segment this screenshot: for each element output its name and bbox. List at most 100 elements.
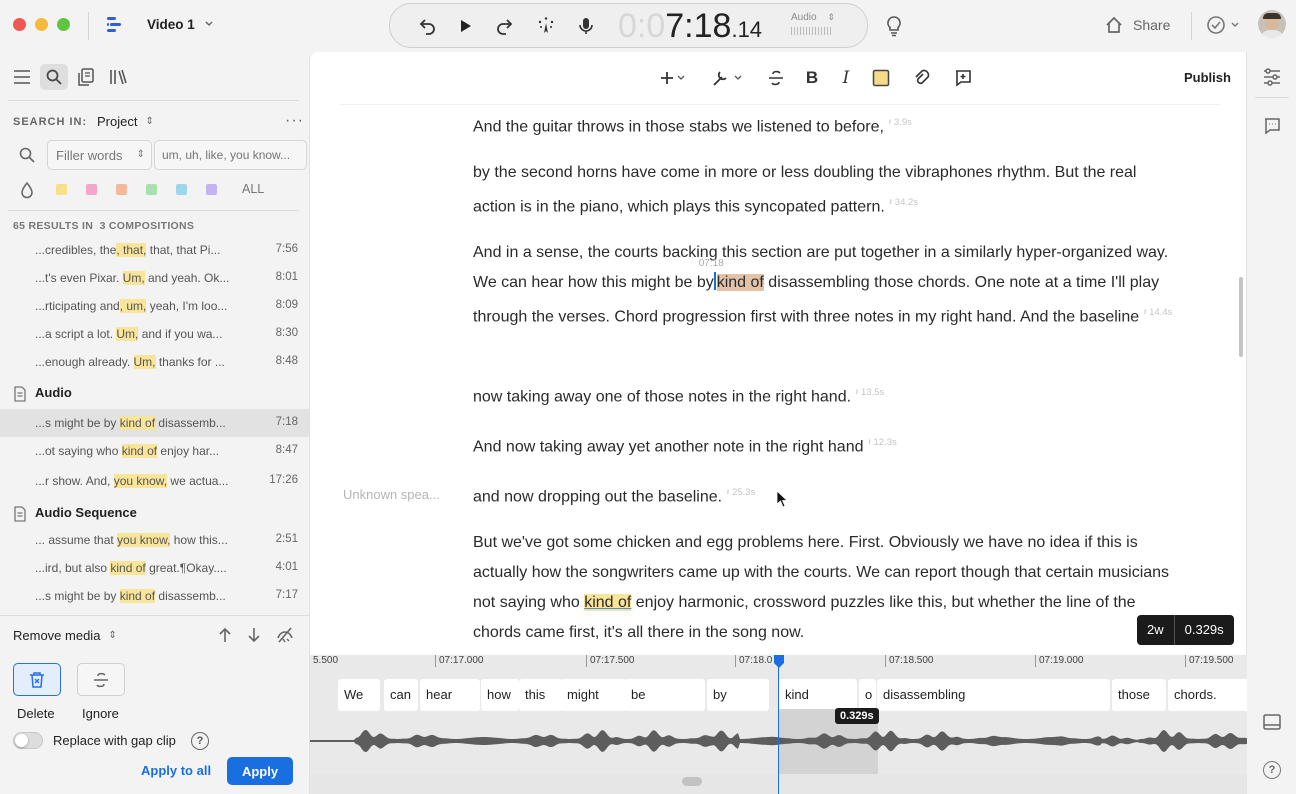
chevron-down-icon[interactable]	[204, 18, 214, 30]
lightbulb-icon[interactable]	[883, 14, 905, 38]
pink-swatch[interactable]	[86, 184, 97, 195]
gap-clip-toggle[interactable]	[13, 732, 43, 749]
publish-button[interactable]: Publish	[1184, 70, 1231, 85]
search-result-item[interactable]: ...s might be by kind of disassemb... 7:1…	[0, 409, 309, 437]
delete-button[interactable]	[13, 663, 61, 696]
yellow-swatch[interactable]	[56, 184, 67, 195]
timeline-word[interactable]: hear	[420, 679, 480, 711]
avatar[interactable]	[1258, 10, 1286, 38]
search-result-item[interactable]: ...r show. And, you know, we actua... 17:…	[0, 467, 309, 495]
apply-to-all-button[interactable]: Apply to all	[141, 763, 211, 778]
documents-icon[interactable]	[75, 66, 97, 88]
selected-filler-word[interactable]: 07:18 kind of	[699, 258, 764, 291]
search-input[interactable]	[154, 140, 307, 170]
close-window-button[interactable]	[13, 18, 26, 31]
timeline-word[interactable]: might	[561, 679, 627, 711]
zoom-window-button[interactable]	[57, 18, 70, 31]
comments-icon[interactable]	[1262, 116, 1282, 136]
search-result-item[interactable]: ...ot saying who kind of enjoy har... 8:4…	[0, 437, 309, 465]
timeline-word[interactable]: can	[384, 679, 418, 711]
link-icon[interactable]	[911, 66, 933, 90]
blue-swatch[interactable]	[176, 184, 187, 195]
timeline-word[interactable]: those	[1112, 679, 1166, 711]
help-icon[interactable]: ?	[191, 732, 209, 750]
timeline-word[interactable]: this	[519, 679, 563, 711]
search-result-item[interactable]: ...ird, but also kind of great.¶Okay....…	[0, 554, 309, 582]
search-icon[interactable]	[40, 64, 68, 90]
search-result-item[interactable]: ...t's even Pixar. Um, and yeah. Ok... 8:…	[0, 264, 309, 292]
minimize-window-button[interactable]	[35, 18, 48, 31]
skip-forward-icon[interactable]	[493, 14, 517, 38]
timeline-word[interactable]: be	[625, 679, 705, 711]
composition-heading[interactable]: Audio	[35, 385, 72, 400]
transcript-paragraph[interactable]: And in a sense, the courts backing this …	[473, 238, 1173, 332]
library-icon[interactable]	[107, 66, 129, 88]
search-result-item[interactable]: ...a script a lot. Um, and if you wa... 8…	[0, 320, 309, 348]
composition-heading[interactable]: Audio Sequence	[35, 505, 137, 520]
gap-marker[interactable]: 𝄽 14.4s	[1144, 307, 1173, 318]
arrow-up-icon[interactable]	[217, 626, 233, 644]
orange-swatch[interactable]	[116, 184, 127, 195]
help-icon[interactable]: ?	[1263, 761, 1281, 779]
timeline-word[interactable]: We	[338, 679, 380, 711]
timeline-word[interactable]: how	[481, 679, 519, 711]
timeline-word[interactable]: disassembling	[877, 679, 1110, 711]
playhead[interactable]	[778, 663, 779, 794]
transcript-paragraph[interactable]: and now dropping out the baseline. 𝄽 25.…	[473, 478, 1173, 512]
gap-marker[interactable]: 𝄽 12.3s	[868, 437, 897, 448]
hide-icon[interactable]	[275, 625, 295, 645]
color-drop-icon[interactable]	[20, 181, 34, 199]
action-dropdown[interactable]: Remove media ⇕	[13, 628, 117, 643]
menu-icon[interactable]	[11, 66, 33, 88]
ignore-button[interactable]	[77, 663, 125, 696]
share-button[interactable]: Share	[1104, 15, 1170, 35]
timeline-word[interactable]: o	[859, 679, 876, 711]
audio-output-selector[interactable]: Audio ⇕	[791, 12, 835, 35]
magic-wand-icon[interactable]	[534, 14, 558, 38]
italic-icon[interactable]: I	[836, 66, 856, 90]
search-scope-dropdown[interactable]: Project ⇕	[97, 114, 154, 129]
all-colors-button[interactable]: ALL	[242, 182, 264, 196]
transcript-paragraph[interactable]: And now taking away yet another note in …	[473, 428, 1173, 462]
timeline[interactable]: 5.500 07:17.000 07:17.500 07:18.0 07:18.500 0…	[309, 655, 1247, 794]
transcript-paragraph[interactable]: But we've got some chicken and egg probl…	[473, 528, 1173, 648]
document-title[interactable]: Video 1	[147, 17, 195, 32]
timeline-scrollbar-thumb[interactable]	[682, 777, 702, 786]
filter-type-dropdown[interactable]: Filler words ⇕	[47, 140, 152, 170]
bold-icon[interactable]: B	[802, 66, 822, 90]
more-options-icon[interactable]: ···	[285, 112, 304, 130]
search-result-item[interactable]: ...enough already. Um, thanks for ... 8:4…	[0, 348, 309, 376]
playhead-handle[interactable]	[773, 655, 785, 669]
tools-menu[interactable]	[710, 66, 746, 90]
search-result-item[interactable]: ...credibles, the, that, that, that Pi..…	[0, 236, 309, 264]
highlight-icon[interactable]	[871, 66, 891, 90]
gap-marker[interactable]: 𝄽 34.2s	[889, 197, 918, 208]
green-swatch[interactable]	[146, 184, 157, 195]
gap-marker[interactable]: 𝄽 25.3s	[727, 487, 756, 498]
transcript-paragraph[interactable]: by the second horns have come in more or…	[473, 158, 1173, 222]
properties-icon[interactable]	[1262, 67, 1282, 87]
timeline-word[interactable]: kind	[779, 679, 857, 711]
panel-toggle-icon[interactable]	[1262, 712, 1282, 732]
search-result-item[interactable]: ...s might be by kind of disassemb... 7:1…	[0, 582, 309, 610]
search-result-item[interactable]: ...rticipating and, um, yeah, I'm loo...…	[0, 292, 309, 320]
strikethrough-icon[interactable]	[765, 66, 787, 90]
add-comment-icon[interactable]	[952, 66, 974, 90]
play-icon[interactable]	[453, 14, 477, 38]
purple-swatch[interactable]	[206, 184, 217, 195]
transcript-paragraph[interactable]: now taking away one of those notes in th…	[473, 378, 1173, 412]
scrollbar-thumb[interactable]	[1239, 277, 1243, 357]
microphone-icon[interactable]	[574, 14, 598, 38]
arrow-down-icon[interactable]	[246, 626, 262, 644]
gap-marker[interactable]: 𝄽 3.9s	[888, 117, 912, 128]
gap-marker[interactable]: 𝄽 13.5s	[855, 387, 884, 398]
transcript-paragraph[interactable]: And the guitar throws in those stabs we …	[473, 108, 1173, 142]
descript-logo-icon[interactable]	[104, 14, 126, 36]
speaker-label[interactable]: Unknown spea...	[343, 487, 440, 502]
timeline-word[interactable]: by	[707, 679, 769, 711]
skip-back-icon[interactable]	[415, 14, 439, 38]
search-result-item[interactable]: ... assume that you know, how this... 2:5…	[0, 526, 309, 554]
filler-word-highlight[interactable]: kind of	[584, 594, 632, 611]
insert-menu[interactable]	[656, 66, 690, 90]
timeline-word[interactable]: chords.	[1168, 679, 1247, 711]
